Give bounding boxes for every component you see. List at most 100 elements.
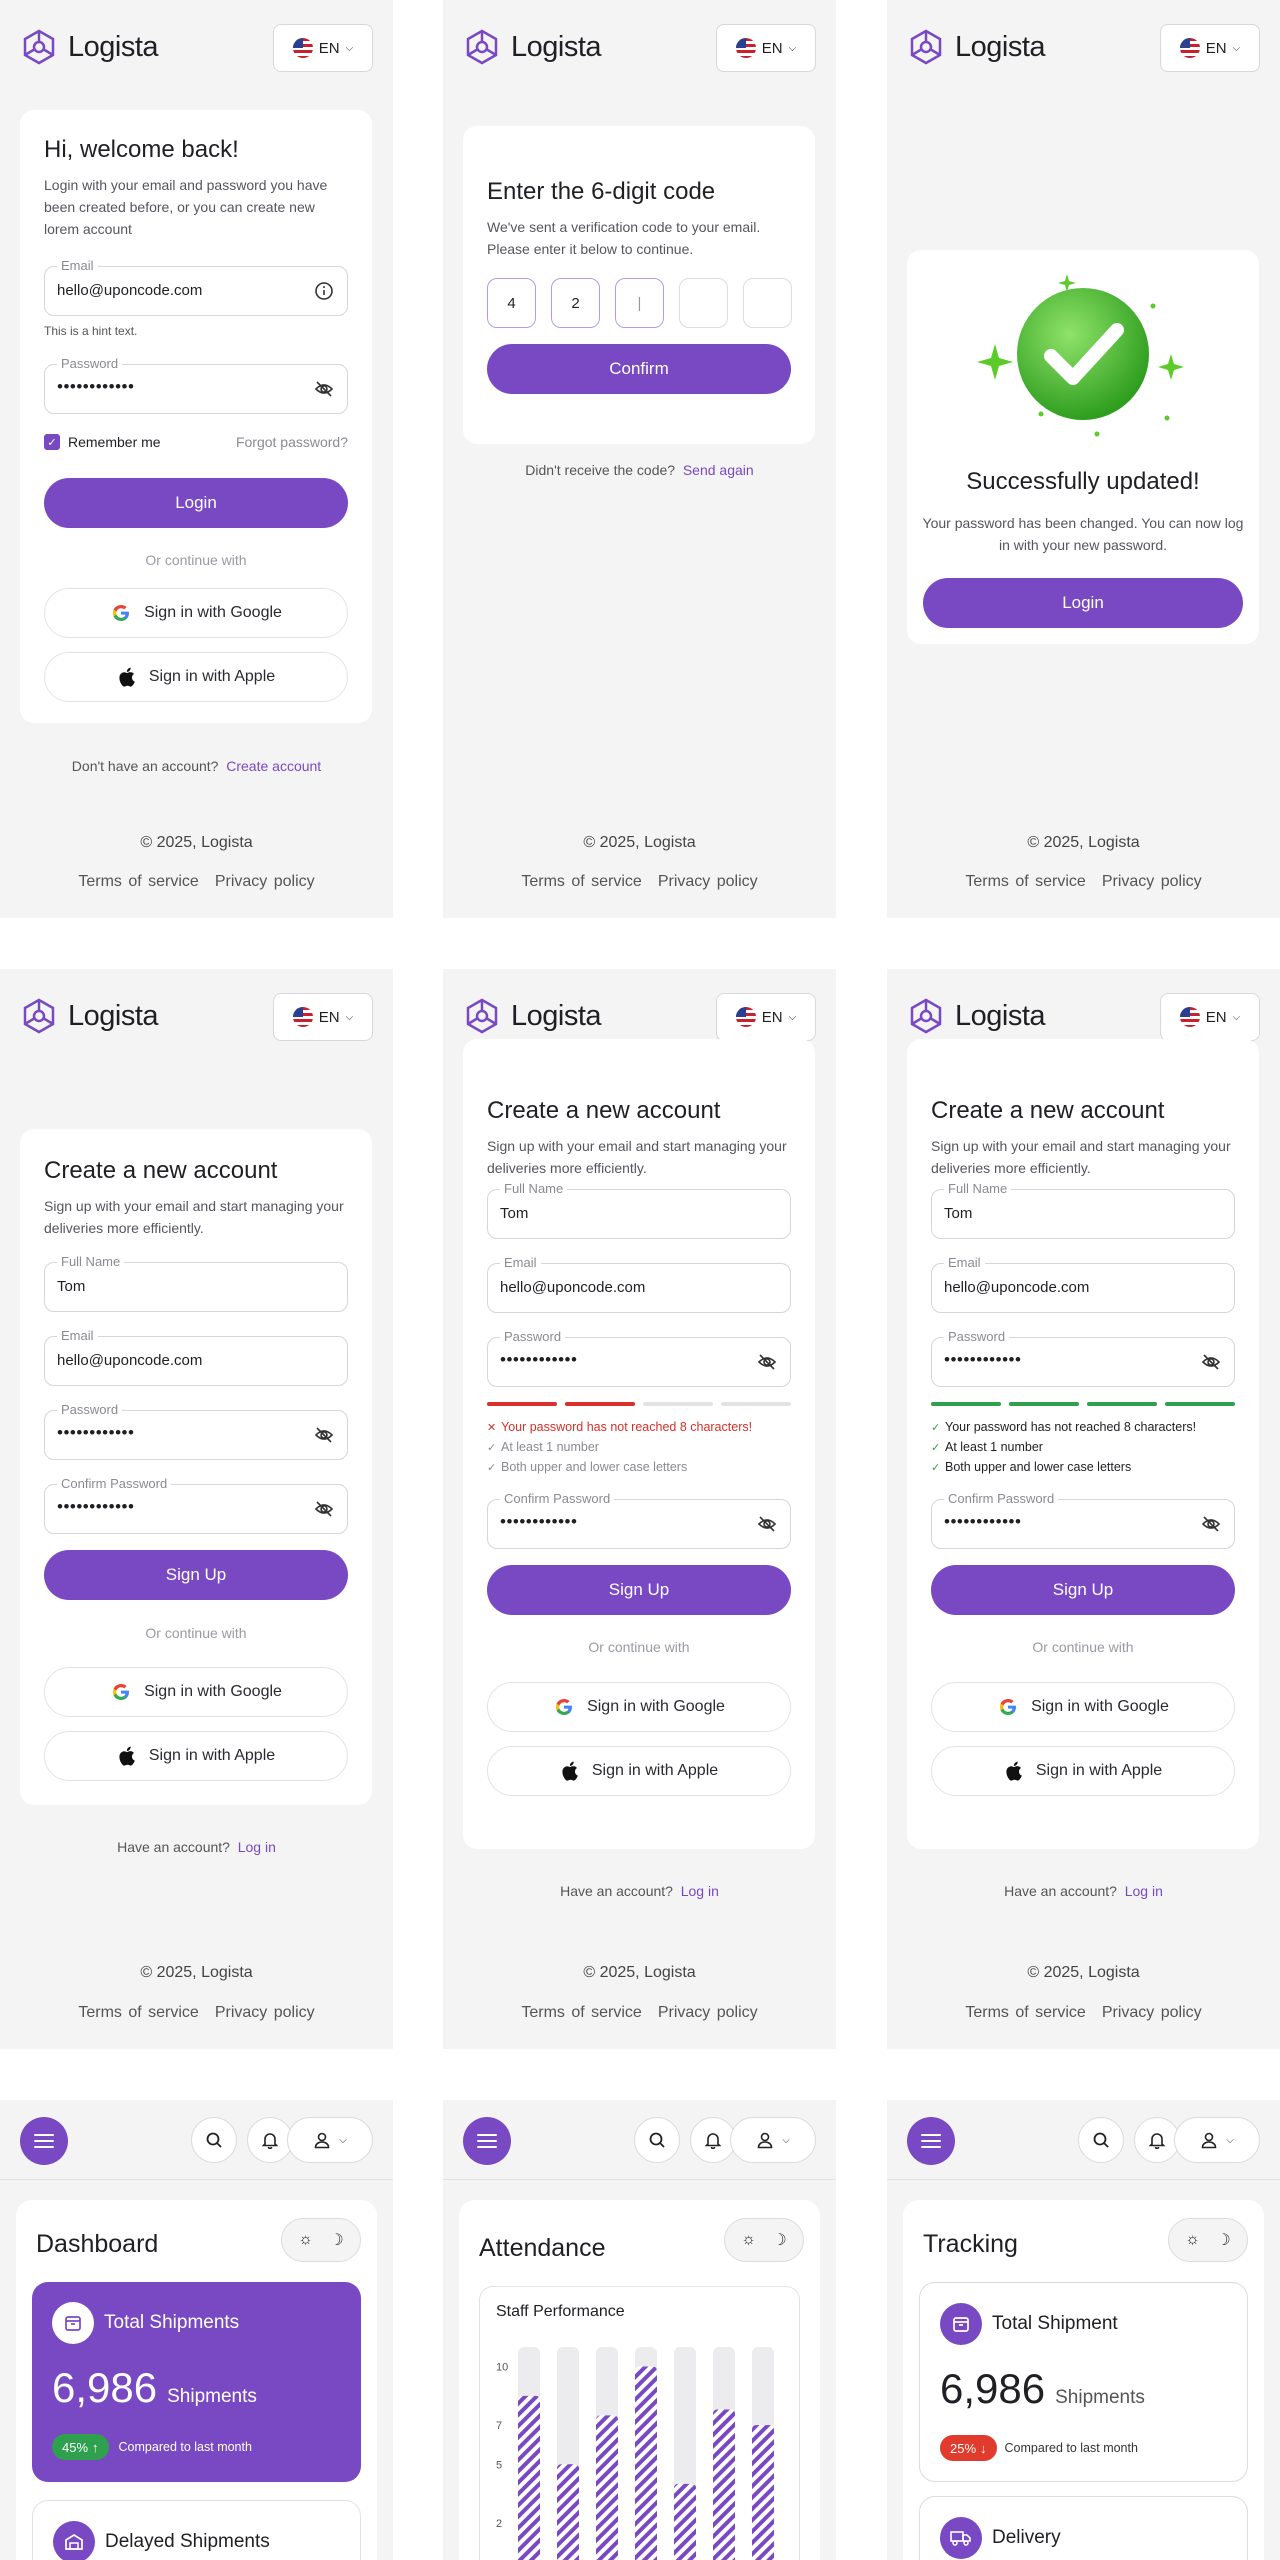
eye-off-icon[interactable] [1200, 1513, 1222, 1535]
login-button[interactable]: Login [923, 578, 1243, 628]
privacy-link[interactable]: Privacy policy [658, 873, 758, 890]
password-rule-case: ✓ Both upper and lower case letters [931, 1457, 1131, 1478]
code-digit-1[interactable]: 4 [487, 278, 536, 328]
menu-button[interactable] [907, 2117, 955, 2165]
login-link[interactable]: Log in [1125, 1883, 1163, 1899]
apple-signin-button[interactable]: Sign in with Apple [44, 1731, 348, 1781]
bar[interactable] [713, 2409, 735, 2560]
email-value: hello@uponcode.com [57, 1352, 203, 1369]
email-field[interactable]: Email hello@uponcode.com [44, 258, 348, 316]
user-menu[interactable]: ⌵ [730, 2117, 816, 2163]
confirm-password-field[interactable]: Confirm Password •••••••••••• [931, 1491, 1235, 1549]
google-signin-button[interactable]: Sign in with Google [487, 1682, 791, 1732]
success-check-icon [977, 274, 1184, 437]
remember-me-checkbox[interactable]: ✓ Remember me [44, 434, 161, 450]
search-button[interactable] [1078, 2117, 1124, 2163]
code-digit-4[interactable] [679, 278, 728, 328]
privacy-link[interactable]: Privacy policy [658, 2004, 758, 2021]
search-button[interactable] [634, 2117, 680, 2163]
total-shipment-card[interactable]: Total Shipment 6,986 Shipments 25% ↓ Compar… [919, 2282, 1248, 2482]
bar[interactable] [596, 2415, 618, 2560]
send-again-link[interactable]: Send again [683, 462, 754, 478]
full-name-field[interactable]: Full Name Tom [487, 1181, 791, 1239]
confirm-password-field[interactable]: Confirm Password •••••••••••• [487, 1491, 791, 1549]
page-title: Dashboard [36, 2230, 159, 2258]
privacy-link[interactable]: Privacy policy [1102, 2004, 1202, 2021]
delayed-shipments-card[interactable]: Delayed Shipments [32, 2500, 361, 2560]
total-shipment-value-row: 6,986 Shipments [940, 2365, 1145, 2413]
password-field[interactable]: Password •••••••••••• [487, 1329, 791, 1387]
language-selector[interactable]: EN ⌵ [273, 993, 373, 1041]
terms-link[interactable]: Terms of service [521, 873, 641, 890]
language-selector[interactable]: EN ⌵ [1160, 24, 1260, 72]
theme-toggle[interactable]: ☼ ☽ [1168, 2218, 1248, 2262]
forgot-password-link[interactable]: Forgot password? [236, 434, 348, 450]
login-prompt: Have an account? Log in [0, 1839, 393, 1855]
create-account-link[interactable]: Create account [226, 758, 321, 774]
user-menu[interactable]: ⌵ [1174, 2117, 1260, 2163]
password-field[interactable]: Password •••••••••••• [931, 1329, 1235, 1387]
eye-off-icon[interactable] [313, 1424, 335, 1446]
terms-link[interactable]: Terms of service [965, 873, 1085, 890]
bar[interactable] [635, 2366, 657, 2560]
signup-button[interactable]: Sign Up [487, 1565, 791, 1615]
theme-toggle[interactable]: ☼ ☽ [281, 2218, 361, 2262]
password-field[interactable]: Password •••••••••••• [44, 1402, 348, 1460]
apple-signin-button[interactable]: Sign in with Apple [44, 652, 348, 702]
logo-icon [466, 29, 498, 65]
language-selector[interactable]: EN ⌵ [1160, 993, 1260, 1041]
language-selector[interactable]: EN ⌵ [273, 24, 373, 72]
eye-off-icon[interactable] [756, 1351, 778, 1373]
apple-icon [119, 667, 135, 687]
full-name-field[interactable]: Full Name Tom [44, 1254, 348, 1312]
bar[interactable] [518, 2395, 540, 2560]
full-name-field[interactable]: Full Name Tom [931, 1181, 1235, 1239]
eye-off-icon[interactable] [756, 1513, 778, 1535]
signup-button[interactable]: Sign Up [44, 1550, 348, 1600]
signup-screen: Logista EN ⌵ Create a new account Sign up… [0, 969, 393, 2049]
theme-toggle[interactable]: ☼ ☽ [724, 2218, 804, 2262]
google-signin-button[interactable]: Sign in with Google [44, 1667, 348, 1717]
code-digit-3[interactable]: | [615, 278, 664, 328]
privacy-link[interactable]: Privacy policy [215, 873, 315, 890]
google-signin-button[interactable]: Sign in with Google [44, 588, 348, 638]
copyright: © 2025, Logista [140, 834, 253, 851]
signup-button[interactable]: Sign Up [931, 1565, 1235, 1615]
no-code-text: Didn't receive the code? [525, 462, 676, 478]
total-shipments-card[interactable]: Total Shipments 6,986 Shipments 45% ↑ Compa… [32, 2282, 361, 2482]
login-button[interactable]: Login [44, 478, 348, 528]
apple-signin-button[interactable]: Sign in with Apple [931, 1746, 1235, 1796]
language-selector[interactable]: EN ⌵ [716, 24, 816, 72]
user-menu[interactable]: ⌵ [287, 2117, 373, 2163]
terms-link[interactable]: Terms of service [78, 873, 198, 890]
email-field[interactable]: Email hello@uponcode.com [44, 1328, 348, 1386]
eye-off-icon[interactable] [313, 1498, 335, 1520]
code-digit-5[interactable] [743, 278, 792, 328]
bar[interactable] [557, 2464, 579, 2560]
terms-link[interactable]: Terms of service [965, 2004, 1085, 2021]
confirm-button[interactable]: Confirm [487, 344, 791, 394]
confirm-password-field[interactable]: Confirm Password •••••••••••• [44, 1476, 348, 1534]
google-signin-button[interactable]: Sign in with Google [931, 1682, 1235, 1732]
terms-link[interactable]: Terms of service [521, 2004, 641, 2021]
language-selector[interactable]: EN ⌵ [716, 993, 816, 1041]
eye-off-icon[interactable] [1200, 1351, 1222, 1373]
privacy-link[interactable]: Privacy policy [215, 2004, 315, 2021]
apple-signin-button[interactable]: Sign in with Apple [487, 1746, 791, 1796]
search-button[interactable] [191, 2117, 237, 2163]
code-digit-2[interactable]: 2 [551, 278, 600, 328]
privacy-link[interactable]: Privacy policy [1102, 873, 1202, 890]
password-strength-meter [931, 1402, 1235, 1406]
menu-button[interactable] [20, 2117, 68, 2165]
eye-off-icon[interactable] [313, 378, 335, 400]
bar[interactable] [752, 2425, 774, 2560]
login-link[interactable]: Log in [238, 1839, 276, 1855]
login-link[interactable]: Log in [681, 1883, 719, 1899]
email-field[interactable]: Email hello@uponcode.com [931, 1255, 1235, 1313]
bar[interactable] [674, 2483, 696, 2560]
terms-link[interactable]: Terms of service [78, 2004, 198, 2021]
menu-button[interactable] [463, 2117, 511, 2165]
email-field[interactable]: Email hello@uponcode.com [487, 1255, 791, 1313]
delivery-card[interactable]: Delivery [919, 2496, 1248, 2560]
password-field[interactable]: Password •••••••••••• [44, 356, 348, 414]
